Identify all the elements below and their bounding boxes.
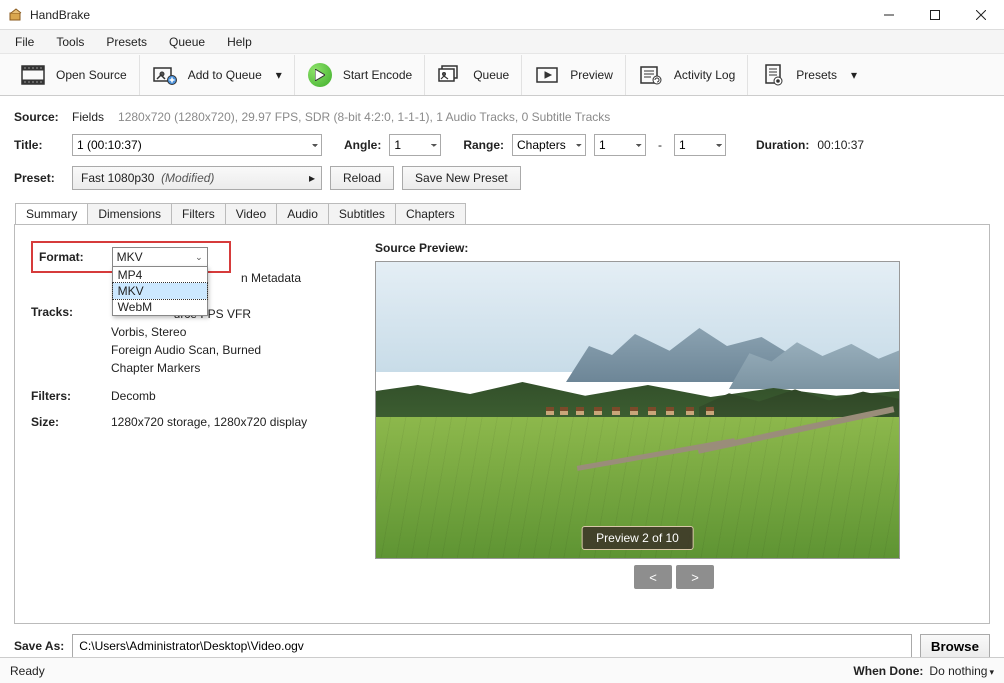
format-label: Format: xyxy=(39,250,84,264)
tab-summary[interactable]: Summary xyxy=(15,203,88,224)
preview-next-button[interactable]: > xyxy=(676,565,714,589)
when-done-dropdown[interactable]: Do nothing▾ xyxy=(929,664,994,678)
minimize-button[interactable] xyxy=(866,0,912,30)
passthru-metadata-partial: n Metadata xyxy=(241,271,301,285)
menu-tools[interactable]: Tools xyxy=(45,32,95,52)
chevron-down-icon: ▾ xyxy=(851,68,857,82)
range-type-select[interactable]: Chapters xyxy=(512,134,586,156)
activity-log-icon xyxy=(638,62,664,88)
tracks-label: Tracks: xyxy=(31,305,111,377)
menu-queue[interactable]: Queue xyxy=(158,32,216,52)
preset-dropdown[interactable]: Fast 1080p30 (Modified) ▸ xyxy=(72,166,322,190)
start-encode-button[interactable]: Start Encode xyxy=(295,55,425,95)
open-source-button[interactable]: Open Source xyxy=(8,55,140,95)
when-done-value: Do nothing xyxy=(929,664,987,678)
browse-button[interactable]: Browse xyxy=(920,634,990,658)
range-from-select[interactable]: 1 xyxy=(594,134,646,156)
menu-presets[interactable]: Presets xyxy=(95,32,158,52)
format-value: MKV xyxy=(117,250,143,264)
source-name: Fields xyxy=(72,110,104,124)
format-option-mp4[interactable]: MP4 xyxy=(113,267,207,283)
app-icon xyxy=(8,7,24,23)
queue-button[interactable]: Queue xyxy=(425,55,522,95)
preview-counter: Preview 2 of 10 xyxy=(581,526,694,550)
preview-label: Preview xyxy=(570,68,613,82)
range-label: Range: xyxy=(463,138,504,152)
app-title: HandBrake xyxy=(30,8,90,22)
play-icon xyxy=(307,62,333,88)
preview-icon xyxy=(534,62,560,88)
arrow-right-icon: ▸ xyxy=(309,171,315,185)
tracks-line-4: Chapter Markers xyxy=(111,359,351,377)
preset-name: Fast 1080p30 xyxy=(81,171,154,185)
preset-label: Preset: xyxy=(14,171,64,185)
open-source-label: Open Source xyxy=(56,68,127,82)
tab-filters[interactable]: Filters xyxy=(171,203,226,224)
angle-label: Angle: xyxy=(344,138,381,152)
duration-label: Duration: xyxy=(756,138,809,152)
source-preview: Preview 2 of 10 xyxy=(375,261,900,559)
add-to-queue-icon xyxy=(152,62,178,88)
preset-modified: (Modified) xyxy=(161,171,214,185)
preview-prev-button[interactable]: < xyxy=(634,565,672,589)
maximize-button[interactable] xyxy=(912,0,958,30)
format-option-webm[interactable]: WebM xyxy=(113,299,207,315)
filters-label: Filters: xyxy=(31,389,111,403)
film-icon xyxy=(20,62,46,88)
format-select[interactable]: MKV ⌄ xyxy=(112,247,208,267)
format-dropdown: MP4 MKV WebM xyxy=(112,266,208,316)
size-label: Size: xyxy=(31,415,111,429)
title-label: Title: xyxy=(14,138,64,152)
size-value: 1280x720 storage, 1280x720 display xyxy=(111,415,351,429)
close-button[interactable] xyxy=(958,0,1004,30)
add-to-queue-button[interactable]: Add to Queue ▾ xyxy=(140,55,295,95)
presets-icon xyxy=(760,62,786,88)
filters-value: Decomb xyxy=(111,389,351,403)
format-option-mkv[interactable]: MKV xyxy=(113,283,207,299)
range-to-select[interactable]: 1 xyxy=(674,134,726,156)
save-as-input[interactable] xyxy=(72,634,912,658)
reload-preset-button[interactable]: Reload xyxy=(330,166,394,190)
tab-chapters[interactable]: Chapters xyxy=(395,203,466,224)
status-text: Ready xyxy=(10,664,45,678)
chevron-down-icon: ▾ xyxy=(989,667,994,677)
tab-subtitles[interactable]: Subtitles xyxy=(328,203,396,224)
presets-label: Presets xyxy=(796,68,837,82)
menu-help[interactable]: Help xyxy=(216,32,263,52)
queue-label: Queue xyxy=(473,68,509,82)
angle-select[interactable]: 1 xyxy=(389,134,441,156)
presets-button[interactable]: Presets ▾ xyxy=(748,55,869,95)
source-info: 1280x720 (1280x720), 29.97 FPS, SDR (8-b… xyxy=(118,110,610,124)
tracks-line-3: Foreign Audio Scan, Burned xyxy=(111,341,351,359)
menu-file[interactable]: File xyxy=(4,32,45,52)
tab-dimensions[interactable]: Dimensions xyxy=(87,203,172,224)
add-to-queue-label: Add to Queue xyxy=(188,68,262,82)
source-preview-label: Source Preview: xyxy=(375,241,973,255)
duration-value: 00:10:37 xyxy=(817,138,864,152)
title-select[interactable]: 1 (00:10:37) xyxy=(72,134,322,156)
tracks-line-2: Vorbis, Stereo xyxy=(111,323,351,341)
tab-audio[interactable]: Audio xyxy=(276,203,329,224)
activity-log-button[interactable]: Activity Log xyxy=(626,55,748,95)
range-separator: - xyxy=(658,138,662,152)
tab-video[interactable]: Video xyxy=(225,203,277,224)
save-as-label: Save As: xyxy=(14,639,64,653)
when-done-label: When Done: xyxy=(853,664,923,678)
chevron-down-icon: ▾ xyxy=(276,68,282,82)
activity-log-label: Activity Log xyxy=(674,68,735,82)
save-new-preset-button[interactable]: Save New Preset xyxy=(402,166,521,190)
start-encode-label: Start Encode xyxy=(343,68,412,82)
queue-icon xyxy=(437,62,463,88)
preview-button[interactable]: Preview xyxy=(522,55,626,95)
chevron-down-icon: ⌄ xyxy=(195,252,203,263)
source-label: Source: xyxy=(14,110,64,124)
